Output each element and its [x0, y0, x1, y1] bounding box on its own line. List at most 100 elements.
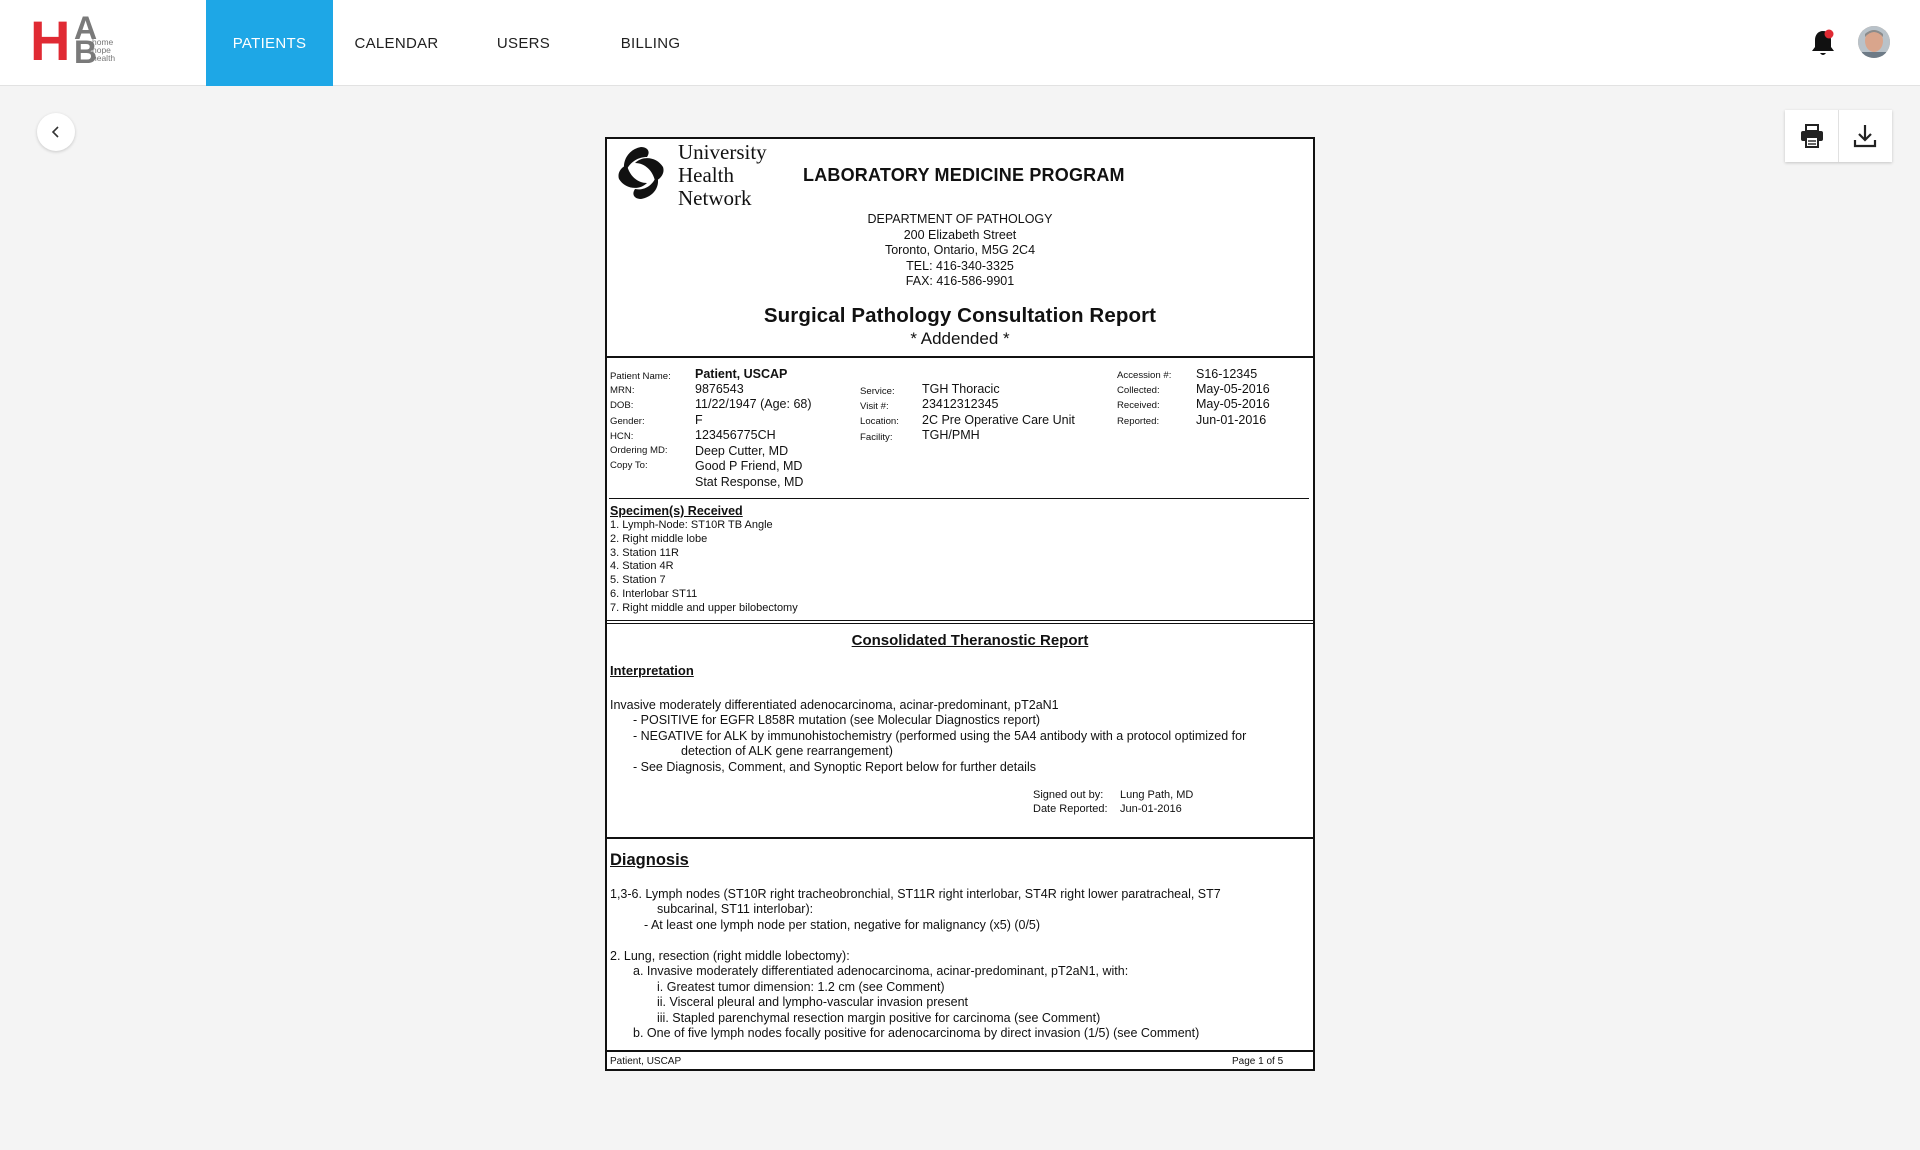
value-facility: TGH/PMH: [922, 428, 980, 442]
label-collected: Collected:: [1117, 385, 1160, 396]
main-nav: PATIENTS CALENDAR USERS BILLING: [206, 0, 714, 86]
document-toolbar: [1785, 110, 1892, 162]
department-address: DEPARTMENT OF PATHOLOGY 200 Elizabeth St…: [607, 212, 1313, 290]
label-signed-out: Signed out by:: [1033, 789, 1104, 801]
label-gender: Gender:: [610, 416, 645, 427]
hhb-logo[interactable]: H A B home hope health: [30, 9, 130, 72]
value-dob: 11/22/1947 (Age: 68): [695, 397, 812, 411]
value-collected: May-05-2016: [1196, 382, 1270, 396]
department-line-4: TEL: 416-340-3325: [906, 258, 1014, 273]
theranostic-heading: Consolidated Theranostic Report: [851, 632, 1089, 649]
specimens-divider: [607, 620, 1313, 624]
value-patient-name: Patient, USCAP: [695, 367, 788, 381]
specimen-item: 1. Lymph-Node: ST10R TB Angle: [610, 519, 773, 531]
pathology-report-document[interactable]: University Health Network LABORATORY MED…: [605, 137, 1315, 1071]
diagnosis-lymph-node-positive: b. One of five lymph nodes focally posit…: [633, 1026, 1200, 1040]
value-gender: F: [695, 413, 703, 427]
label-mrn: MRN:: [610, 385, 635, 396]
label-service: Service:: [860, 386, 895, 397]
interpretation-alk: - NEGATIVE for ALK by immunohistochemist…: [633, 729, 1247, 743]
label-facility: Facility:: [860, 432, 893, 443]
interpretation-egfr: - POSITIVE for EGFR L858R mutation (see …: [633, 713, 1041, 727]
specimen-item: 6. Interlobar ST11: [610, 587, 698, 600]
download-icon: [1853, 125, 1877, 148]
user-avatar[interactable]: [1858, 26, 1890, 58]
nav-tab-patients[interactable]: PATIENTS: [206, 0, 333, 86]
footer-page-number: Page 1 of 5: [1232, 1056, 1284, 1067]
value-hcn: 123456775CH: [695, 428, 776, 442]
diagnosis-lung-resection: 2. Lung, resection (right middle lobecto…: [610, 949, 850, 963]
department-line-1: DEPARTMENT OF PATHOLOGY: [867, 212, 1053, 226]
program-title: LABORATORY MEDICINE PROGRAM: [803, 165, 1125, 185]
footer-patient-name: Patient, USCAP: [610, 1056, 682, 1067]
institution-line-1: University: [678, 140, 767, 164]
diagnosis-lymph-nodes-cont: subcarinal, ST11 interlobar):: [657, 902, 814, 916]
value-reported: Jun-01-2016: [1196, 413, 1267, 427]
diagnosis-heading: Diagnosis: [610, 851, 689, 869]
nav-tab-calendar[interactable]: CALENDAR: [333, 0, 460, 86]
nav-tab-billing[interactable]: BILLING: [587, 0, 714, 86]
patient-divider: [609, 498, 1309, 499]
value-copy-to-1: Good P Friend, MD: [695, 459, 803, 473]
specimen-item: 4. Station 4R: [610, 560, 674, 573]
nav-tab-users[interactable]: USERS: [460, 0, 587, 86]
diagnosis-lymph-nodes-result: - At least one lymph node per station, n…: [644, 918, 1041, 932]
value-service: TGH Thoracic: [922, 382, 1000, 396]
label-date-reported: Date Reported:: [1033, 803, 1108, 815]
chevron-left-icon: [51, 126, 59, 138]
label-accession: Accession #:: [1117, 370, 1172, 381]
label-ordering-md: Ordering MD:: [610, 445, 668, 456]
theranostic-divider: [607, 837, 1313, 839]
label-received: Received:: [1117, 400, 1160, 411]
department-line-2: 200 Elizabeth Street: [903, 227, 1017, 242]
department-line-3: Toronto, Ontario, M5G 2C4: [884, 243, 1036, 257]
specimen-item: 5. Station 7: [610, 574, 666, 587]
diagnosis-invasion: ii. Visceral pleural and lympho-vascular…: [657, 995, 969, 1009]
label-patient-name: Patient Name:: [610, 371, 671, 382]
top-navigation-bar: H A B home hope health PATIENTS CALENDAR…: [0, 0, 1920, 86]
institution-line-2: Health: [678, 163, 734, 187]
label-dob: DOB:: [610, 400, 634, 411]
label-reported: Reported:: [1117, 416, 1160, 427]
label-visit: Visit #:: [860, 401, 889, 412]
specimen-item: 2. Right middle lobe: [610, 532, 708, 545]
interpretation-heading: Interpretation: [610, 663, 694, 678]
label-location: Location:: [860, 416, 899, 427]
print-button[interactable]: [1785, 110, 1838, 162]
diagnosis-tumor-dimension: i. Greatest tumor dimension: 1.2 cm (see…: [657, 980, 945, 994]
value-accession: S16-12345: [1196, 367, 1258, 381]
interpretation-see-diagnosis: - See Diagnosis, Comment, and Synoptic R…: [633, 760, 1036, 774]
bell-icon: [1812, 29, 1834, 55]
value-mrn: 9876543: [695, 382, 744, 396]
specimens-heading: Specimen(s) Received: [610, 504, 743, 518]
value-location: 2C Pre Operative Care Unit: [922, 413, 1075, 427]
notification-dot: [1824, 29, 1834, 39]
diagnosis-margin: iii. Stapled parenchymal resection margi…: [657, 1011, 1101, 1025]
logo-tagline-health: health: [92, 53, 116, 63]
printer-icon: [1800, 124, 1823, 148]
avatar-photo: [1858, 26, 1890, 58]
uhn-emblem-icon: [618, 147, 664, 199]
logo-letter-h: H: [30, 9, 70, 72]
report-title: Surgical Pathology Consultation Report: [763, 304, 1157, 327]
value-visit: 23412312345: [922, 397, 999, 411]
back-button[interactable]: [37, 113, 75, 151]
value-signed-out: Lung Path, MD: [1120, 789, 1194, 801]
label-hcn: HCN:: [610, 431, 634, 442]
label-copy-to: Copy To:: [610, 460, 648, 471]
department-line-5: FAX: 416-586-9901: [905, 274, 1015, 288]
diagnosis-lymph-nodes: 1,3-6. Lymph nodes (ST10R right tracheob…: [610, 887, 1221, 901]
download-button[interactable]: [1838, 110, 1891, 162]
specimens-list: 1. Lymph-Node: ST10R TB Angle 2. Right m…: [610, 519, 798, 616]
institution-line-3: Network: [678, 186, 752, 210]
value-date-reported: Jun-01-2016: [1120, 803, 1182, 815]
institution-name: University Health Network: [678, 141, 767, 210]
notifications-button[interactable]: [1810, 28, 1836, 58]
footer-divider: [607, 1050, 1313, 1052]
diagnosis-adenocarcinoma: a. Invasive moderately differentiated ad…: [633, 964, 1129, 978]
specimen-item: 3. Station 11R: [610, 546, 679, 559]
value-copy-to-2: Stat Response, MD: [695, 475, 804, 489]
header-divider: [607, 356, 1313, 358]
specimen-item: 7. Right middle and upper bilobectomy: [610, 601, 798, 614]
interpretation-alk-cont: detection of ALK gene rearrangement): [681, 744, 893, 758]
